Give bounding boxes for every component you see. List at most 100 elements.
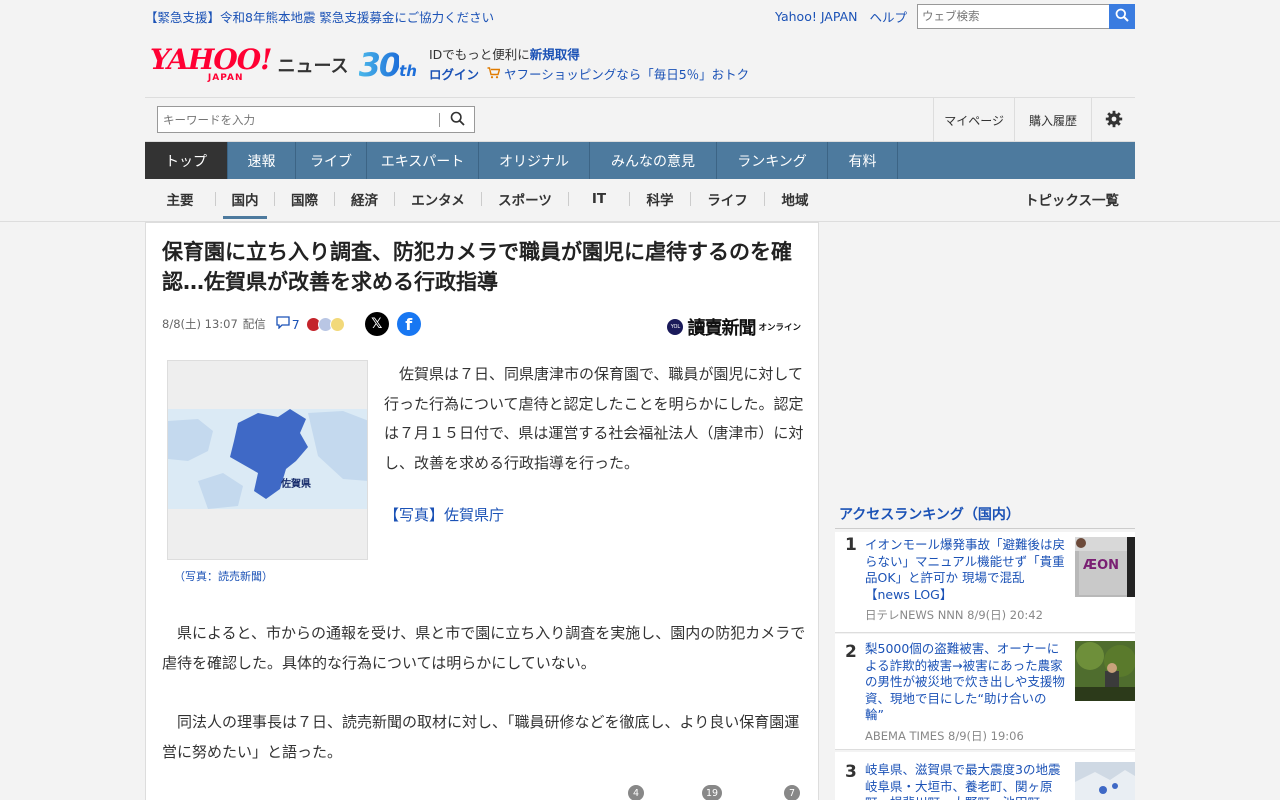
nav-expert[interactable]: エキスパート (367, 142, 479, 179)
category-life[interactable]: ライフ (691, 179, 764, 219)
delivered-label: 配信 (242, 317, 266, 331)
article-photo[interactable]: 佐賀県 (167, 360, 368, 560)
nav-original[interactable]: オリジナル (479, 142, 590, 179)
comments-link[interactable]: 7 (276, 316, 300, 332)
reaction-counts: 4 19 7 (146, 785, 820, 800)
purchase-history-link[interactable]: 購入履歴 (1013, 98, 1091, 142)
category-main[interactable]: 主要 (145, 179, 215, 219)
ranking-item[interactable]: 3 岐阜県、滋賀県で最大震度3の地震 岐阜県・大垣市、養老町、関ヶ原町、揖斐川町… (835, 752, 1135, 800)
category-entertainment[interactable]: エンタメ (395, 179, 481, 219)
rank-source: ABEMA TIMES 8/9(日) 19:06 (865, 729, 1024, 743)
promo-row-1: IDでもっと便利に 新規取得 (429, 45, 749, 65)
nav-opinions[interactable]: みんなの意見 (590, 142, 717, 179)
category-science[interactable]: 科学 (630, 179, 690, 219)
category-international[interactable]: 国際 (275, 179, 334, 219)
comment-icon (276, 316, 290, 332)
ranking-item[interactable]: 1 イオンモール爆発事故「避難後は戻らない」マニュアル機能せず「貴重品OK」と許… (835, 532, 1135, 633)
web-search-button[interactable] (1109, 3, 1135, 29)
site-header: YAHOO! JAPAN ニュース 30 th IDでもっと便利に 新規取得 ロ… (145, 32, 1135, 98)
aeon-photo: ÆON (1075, 537, 1135, 597)
nav-paid[interactable]: 有料 (828, 142, 898, 179)
top-right-links: Yahoo! JAPAN ヘルプ (763, 3, 1135, 29)
search-bar-row: マイページ 購入履歴 (145, 98, 1135, 142)
nav-breaking[interactable]: 速報 (228, 142, 296, 179)
settings-button[interactable] (1091, 98, 1135, 142)
map-photo (1075, 762, 1135, 800)
category-it[interactable]: IT (569, 179, 629, 219)
promo-text: IDでもっと便利に (428, 46, 530, 62)
article-paragraph: 県によると、市からの通報を受け、県と市で園に立ち入り調査を実施し、園内の防犯カメ… (162, 624, 806, 672)
keyword-search-button[interactable] (440, 107, 474, 132)
reaction-face-icon (329, 316, 345, 332)
publish-date: 8/8(土) 13:07 (162, 317, 238, 331)
keyword-input[interactable] (158, 112, 439, 127)
anniversary-suffix: th (399, 61, 417, 80)
keyword-search (157, 106, 475, 133)
gear-icon (1105, 110, 1123, 131)
rank-thumbnail[interactable] (1075, 762, 1135, 800)
top-strip: 【緊急支援】令和8年熊本地震 緊急支援募金にご協力ください Yahoo! JAP… (145, 0, 1135, 32)
logo-main-text: YAHOO! (150, 42, 272, 76)
svg-text:ÆON: ÆON (1083, 558, 1119, 573)
category-local[interactable]: 地域 (765, 179, 825, 219)
article-meta: 8/8(土) 13:07 配信 7 𝕏 f (162, 312, 421, 336)
category-economy[interactable]: 経済 (335, 179, 394, 219)
rank-headline[interactable]: 岐阜県、滋賀県で最大震度3の地震 岐阜県・大垣市、養老町、関ヶ原町、揖斐川町、大… (865, 762, 1065, 800)
rank-number: 1 (845, 535, 857, 555)
shopping-link[interactable]: ヤフーショッピングなら「毎日5％」おトク (504, 65, 749, 85)
x-share-icon[interactable]: 𝕏 (364, 312, 389, 336)
rank-source: 日テレNEWS NNN 8/9(日) 20:42 (865, 608, 1043, 622)
logo-sub-text: JAPAN (207, 72, 244, 83)
web-search-input[interactable] (917, 3, 1109, 29)
topics-list-link[interactable]: トピックス一覧 (1025, 179, 1119, 219)
rank-thumbnail[interactable]: ÆON (1075, 537, 1135, 597)
emergency-link[interactable]: 【緊急支援】令和8年熊本地震 緊急支援募金にご協力ください (145, 7, 494, 26)
anniversary-badge[interactable]: 30 th (359, 49, 417, 81)
web-search (917, 3, 1135, 29)
photo-link[interactable]: 【写真】佐賀県庁 (384, 504, 504, 525)
comment-count: 7 (291, 316, 300, 332)
anniversary-number: 30 (358, 45, 402, 84)
rank-thumbnail[interactable] (1075, 641, 1135, 701)
register-link[interactable]: 新規取得 (530, 45, 580, 65)
reaction-count-badge[interactable]: 4 (628, 785, 644, 800)
yahoo-news-logo[interactable]: YAHOO! JAPAN ニュース (150, 42, 349, 83)
yahoo-japan-logo: YAHOO! JAPAN (150, 42, 272, 83)
search-icon (1115, 8, 1129, 25)
reaction-count-badge[interactable]: 19 (702, 785, 723, 800)
source-online: オンライン (758, 323, 801, 333)
ranking-title[interactable]: アクセスランキング（国内） (839, 504, 1020, 524)
mypage-link[interactable]: マイページ (933, 98, 1014, 142)
article-paragraph: 同法人の理事長は７日、読売新聞の取材に対し、「職員研修などを徹底し、より良い保育… (162, 713, 800, 761)
nav-live[interactable]: ライブ (296, 142, 367, 179)
help-link[interactable]: ヘルプ (869, 7, 907, 26)
nav-ranking[interactable]: ランキング (717, 142, 828, 179)
login-link[interactable]: ログイン (429, 65, 479, 85)
rank-headline[interactable]: イオンモール爆発事故「避難後は戻らない」マニュアル機能せず「貴重品OK」と許可か… (865, 537, 1065, 603)
reaction-count-badge[interactable]: 7 (784, 785, 800, 800)
category-sports[interactable]: スポーツ (482, 179, 568, 219)
photo-caption[interactable]: （写真：読売新聞） (174, 568, 273, 584)
ranking-divider (835, 528, 1135, 529)
cart-icon (487, 65, 501, 85)
main-nav: トップ 速報 ライブ エキスパート オリジナル みんなの意見 ランキング 有料 (145, 142, 1135, 179)
category-domestic[interactable]: 国内 (223, 179, 267, 219)
category-nav: 主要 国内 国際 経済 エンタメ スポーツ IT 科学 ライフ 地域 トピックス… (145, 179, 1135, 219)
yol-icon: YOL (667, 319, 684, 335)
source-logo[interactable]: YOL 讀賣新聞 オンライン (667, 314, 801, 340)
promo-row-2: ログイン ヤフーショッピングなら「毎日5％」おトク (429, 65, 749, 85)
rank-headline[interactable]: 梨5000個の盗難被害、オーナーによる詐欺的被害→被害にあった農家の男性が被災地… (865, 641, 1065, 724)
rank-number: 2 (845, 642, 857, 662)
reaction-faces[interactable] (305, 316, 345, 332)
source-name: 讀賣新聞 (687, 318, 756, 339)
yahoo-japan-link[interactable]: Yahoo! JAPAN (775, 9, 857, 24)
farm-photo (1075, 641, 1135, 701)
account-promo: IDでもっと便利に 新規取得 ログイン ヤフーショッピングなら「毎日5％」おトク (429, 45, 749, 85)
share-buttons: 𝕏 f (364, 312, 421, 336)
map-label: 佐賀県 (280, 477, 311, 490)
article-title: 保育園に立ち入り調査、防犯カメラで職員が園児に虐待するのを確認…佐賀県が改善を求… (162, 240, 792, 294)
article: 保育園に立ち入り調査、防犯カメラで職員が園児に虐待するのを確認…佐賀県が改善を求… (145, 222, 819, 800)
facebook-share-icon[interactable]: f (396, 312, 421, 336)
ranking-item[interactable]: 2 梨5000個の盗難被害、オーナーによる詐欺的被害→被害にあった農家の男性が被… (835, 634, 1135, 750)
nav-top[interactable]: トップ (145, 142, 228, 179)
